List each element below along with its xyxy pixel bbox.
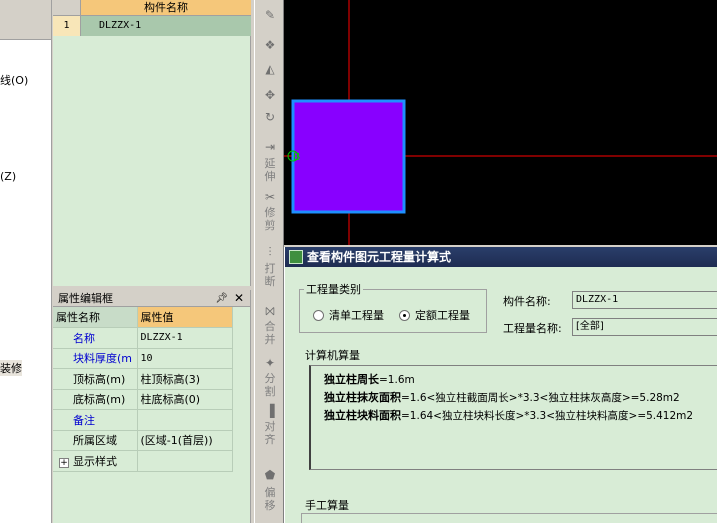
row-component-name[interactable]: DLZZX-1 [81, 16, 251, 36]
left-item-line[interactable]: 线(O) [0, 72, 28, 88]
dialog-title: 查看构件图元工程量计算式 [307, 250, 452, 264]
calc-line-formula: =1.6<独立柱截面周长>*3.3<独立柱抹灰高度>=5.28m2 [401, 392, 680, 404]
property-value[interactable]: DLZZX-1 [137, 327, 233, 349]
row-index: 1 [53, 16, 81, 36]
property-row[interactable]: 名称 DLZZX-1 [53, 327, 233, 349]
component-name-column-header[interactable]: 构件名称 [81, 0, 251, 16]
radio-label: 清单工程量 [329, 309, 384, 322]
extend-icon[interactable]: ⇥ [259, 140, 281, 154]
tool-extend[interactable]: 延伸 [261, 157, 279, 183]
radio-unchecked-icon[interactable] [313, 309, 324, 321]
radio-label: 定额工程量 [415, 309, 470, 322]
left-item-decoration[interactable]: 装修 [0, 360, 22, 376]
copy-icon[interactable]: ❖ [259, 38, 281, 52]
quantity-formula-dialog: 查看构件图元工程量计算式 工程量类别 清单工程量 定额工程量 构件名称: DLZ… [284, 247, 717, 523]
calc-line-tile-area: 独立柱块料面积=1.64<独立柱块料长度>*3.3<独立柱块料高度>=5.412… [324, 407, 693, 423]
calc-line-plaster-area: 独立柱抹灰面积=1.6<独立柱截面周长>*3.3<独立柱抹灰高度>=5.28m2 [324, 389, 680, 405]
calc-line-formula: =1.6m [379, 374, 415, 386]
tool-break[interactable]: 打断 [261, 262, 279, 288]
rotate-icon[interactable]: ↻ [259, 110, 281, 124]
property-value[interactable] [137, 409, 233, 431]
component-list: 构件名称 1 DLZZX-1 [53, 0, 251, 286]
calc-line-label: 独立柱周长 [324, 373, 379, 386]
property-row[interactable]: + 显示样式 [53, 450, 233, 472]
property-name: 顶标高(m) [53, 368, 138, 390]
property-row[interactable]: 块料厚度(m 10 [53, 348, 233, 369]
quantity-name-select[interactable]: [全部] [572, 318, 717, 336]
property-row[interactable]: 备注 [53, 409, 233, 431]
quantity-name-label: 工程量名称: [503, 322, 562, 335]
property-value-header: 属性值 [137, 307, 233, 328]
calc-line-label: 独立柱块料面积 [324, 409, 401, 422]
left-panel-header [0, 0, 51, 40]
computer-calc-box[interactable]: 独立柱周长=1.6m 独立柱抹灰面积=1.6<独立柱截面周长>*3.3<独立柱抹… [309, 365, 717, 470]
column-element[interactable] [291, 99, 406, 214]
tool-trim[interactable]: 修剪 [261, 206, 279, 232]
drawing-canvas[interactable]: B [284, 0, 717, 245]
property-name: 块料厚度(m [53, 348, 138, 369]
align-icon[interactable]: ▐ [259, 404, 281, 418]
property-value[interactable]: 柱顶标高(3) [137, 368, 233, 390]
left-item-z[interactable]: (Z) [0, 170, 16, 183]
property-name: 所属区域 [53, 430, 138, 451]
index-column-header [53, 0, 81, 16]
property-editor-title: 属性编辑框 [58, 292, 113, 305]
radio-list-quantity[interactable]: 清单工程量 [313, 307, 384, 323]
property-table: 属性名称 属性值 名称 DLZZX-1 块料厚度(m 10 顶标高(m) 柱顶标… [53, 307, 233, 472]
close-icon[interactable]: ✕ [234, 290, 244, 307]
property-editor-titlebar: 属性编辑框 📌︎ ✕ [53, 290, 250, 307]
pin-icon[interactable]: 📌︎ [215, 290, 228, 307]
manual-calc-legend: 手工算量 [305, 499, 349, 512]
vertical-toolbar: ✎ ❖ ◭ ✥ ↻ ⇥ 延伸 ✂ 修剪 ⫶ 打断 ⨝ 合并 ✦ 分割 ▐ 对齐 … [254, 0, 284, 523]
break-icon[interactable]: ⫶ [259, 245, 281, 260]
move-icon[interactable]: ✥ [259, 88, 281, 102]
property-table-header: 属性名称 属性值 [53, 307, 233, 328]
component-name-field[interactable]: DLZZX-1 [572, 291, 717, 309]
calc-line-label: 独立柱抹灰面积 [324, 391, 401, 404]
property-editor: 属性编辑框 📌︎ ✕ 属性名称 属性值 名称 DLZZX-1 块料厚度(m 10… [53, 290, 251, 523]
offset-icon[interactable]: ⬟ [259, 468, 281, 482]
property-name-label: 显示样式 [73, 454, 117, 468]
app-icon [289, 250, 303, 264]
tool-offset[interactable]: 偏移 [261, 486, 279, 512]
property-value[interactable]: 10 [137, 348, 233, 369]
property-value[interactable]: 柱底标高(0) [137, 389, 233, 410]
manual-calc-box[interactable] [301, 513, 717, 523]
tool-align[interactable]: 对齐 [261, 420, 279, 446]
trim-icon[interactable]: ✂ [259, 190, 281, 204]
radio-quota-quantity[interactable]: 定额工程量 [399, 307, 470, 323]
expand-icon[interactable]: + [59, 457, 69, 468]
property-name-header: 属性名称 [53, 307, 138, 328]
point-marker-label: B [293, 151, 300, 163]
property-value[interactable] [137, 450, 233, 472]
property-row[interactable]: 底标高(m) 柱底标高(0) [53, 389, 233, 410]
tool-split[interactable]: 分割 [261, 372, 279, 398]
property-name: 名称 [53, 327, 138, 349]
property-row[interactable]: 所属区域 (区域-1(首层)) [53, 430, 233, 451]
tool-merge[interactable]: 合并 [261, 320, 279, 346]
property-name: + 显示样式 [53, 450, 138, 472]
calc-line-perimeter: 独立柱周长=1.6m [324, 371, 415, 387]
property-value[interactable]: (区域-1(首层)) [137, 430, 233, 451]
quantity-type-legend: 工程量类别 [306, 283, 361, 296]
mirror-icon[interactable]: ◭ [259, 62, 281, 76]
radio-checked-icon[interactable] [399, 309, 410, 321]
property-name: 底标高(m) [53, 389, 138, 410]
component-name-label: 构件名称: [503, 295, 551, 308]
property-name: 备注 [53, 409, 138, 431]
dialog-titlebar[interactable]: 查看构件图元工程量计算式 [285, 247, 717, 267]
component-list-header: 构件名称 [53, 0, 251, 16]
draw-icon[interactable]: ✎ [259, 8, 281, 22]
calc-line-formula: =1.64<独立柱块料长度>*3.3<独立柱块料高度>=5.412m2 [401, 410, 694, 422]
merge-icon[interactable]: ⨝ [259, 304, 281, 319]
computer-calc-legend: 计算机算量 [305, 349, 360, 362]
split-icon[interactable]: ✦ [259, 356, 281, 370]
left-panel: 线(O) (Z) 装修 [0, 0, 52, 523]
property-row[interactable]: 顶标高(m) 柱顶标高(3) [53, 368, 233, 390]
canvas-svg: B [284, 0, 717, 245]
table-row[interactable]: 1 DLZZX-1 [53, 16, 251, 36]
